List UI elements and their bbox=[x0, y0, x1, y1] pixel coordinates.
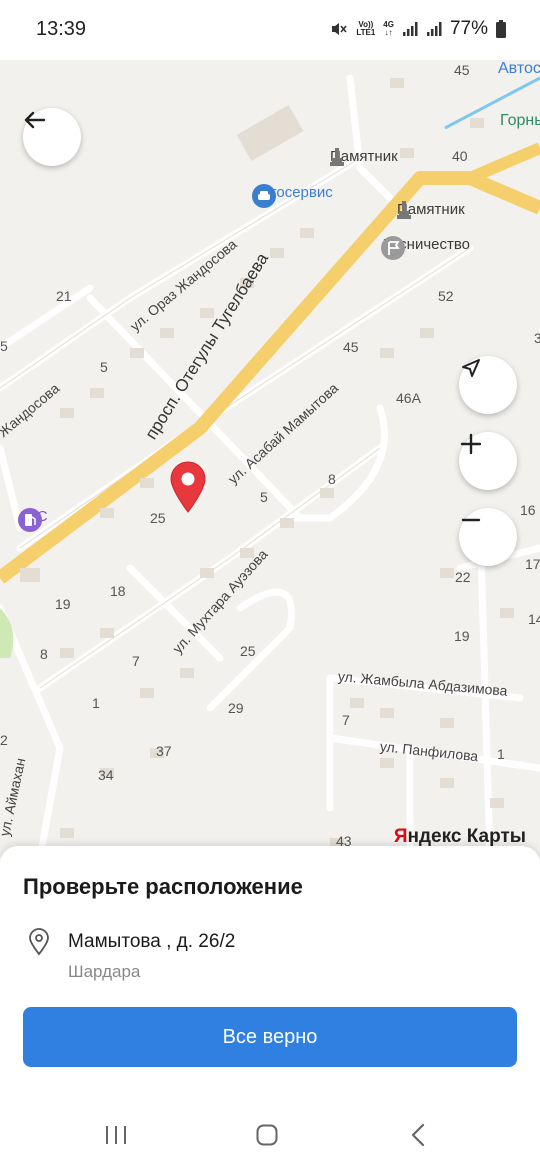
sheet-title: Проверьте расположение bbox=[23, 874, 303, 899]
zoom-in-button[interactable] bbox=[459, 432, 517, 490]
house-number: 5 bbox=[100, 359, 108, 375]
signal-icon-2 bbox=[426, 22, 442, 36]
home-button[interactable] bbox=[247, 1120, 287, 1150]
house-number: 40 bbox=[452, 148, 468, 164]
recent-apps-button[interactable] bbox=[96, 1120, 136, 1150]
battery-percent: 77% bbox=[449, 18, 488, 39]
status-icons: Vo)) LTE1 4G ↓↑ 77% bbox=[330, 18, 506, 40]
city-text: Шардара bbox=[68, 962, 141, 981]
house-number: 7 bbox=[342, 712, 350, 728]
battery-icon bbox=[496, 20, 506, 38]
poi-monument-2[interactable]: Памятник bbox=[397, 201, 465, 219]
status-bar: 13:39 Vo)) LTE1 4G ↓↑ 77% bbox=[0, 0, 540, 60]
house-number: 3 bbox=[534, 330, 540, 346]
my-location-button[interactable] bbox=[459, 356, 517, 414]
house-number: 34 bbox=[98, 767, 114, 783]
location-pin-icon[interactable] bbox=[169, 460, 207, 514]
house-number: 5 bbox=[0, 338, 8, 354]
house-number: 21 bbox=[56, 288, 72, 304]
address-text: Мамытова , д. 26/2 bbox=[68, 931, 236, 952]
house-number: 18 bbox=[110, 583, 126, 599]
poi-autos-cut: Автос bbox=[498, 60, 540, 77]
house-number: 2 bbox=[0, 732, 8, 748]
mute-icon bbox=[332, 23, 347, 35]
back-button[interactable] bbox=[23, 108, 81, 166]
house-number: 29 bbox=[228, 700, 244, 716]
house-number: 19 bbox=[55, 596, 71, 612]
zoom-out-button[interactable] bbox=[459, 508, 517, 566]
house-number: 46А bbox=[396, 390, 421, 406]
chevron-left-icon bbox=[411, 1123, 425, 1147]
house-number: 8 bbox=[40, 646, 48, 662]
monument-icon bbox=[397, 201, 411, 219]
house-number: 37 bbox=[156, 743, 172, 759]
network-indicator: 4G ↓↑ bbox=[383, 20, 394, 37]
recent-apps-icon bbox=[106, 1126, 126, 1144]
car-icon bbox=[252, 184, 276, 208]
home-icon bbox=[256, 1124, 278, 1146]
house-number: 5 bbox=[260, 489, 268, 505]
signal-icon bbox=[402, 22, 418, 36]
confirm-button[interactable]: Все верно bbox=[23, 1007, 517, 1067]
status-time: 13:39 bbox=[36, 18, 87, 40]
house-number: 22 bbox=[455, 569, 471, 585]
poi-gorny-cut: Горны bbox=[500, 112, 540, 129]
flag-icon bbox=[381, 236, 405, 260]
house-number: 7 bbox=[132, 653, 140, 669]
house-number: 45 bbox=[454, 62, 470, 78]
poi-monument-1[interactable]: Памятник bbox=[330, 148, 398, 166]
poi-autoservice[interactable]: Автосервис bbox=[252, 184, 333, 208]
house-number: 19 bbox=[454, 628, 470, 644]
house-number: 25 bbox=[240, 643, 256, 659]
navigation-arrow-icon bbox=[462, 359, 480, 377]
map-view[interactable]: Памятник Памятник Автосервис Лесничество… bbox=[0, 48, 540, 858]
house-number: 16 bbox=[520, 502, 536, 518]
house-number: 14 bbox=[528, 611, 540, 627]
house-number: 8 bbox=[328, 471, 336, 487]
house-number: 1 bbox=[497, 746, 505, 762]
plus-icon bbox=[460, 433, 482, 455]
minus-icon bbox=[461, 518, 481, 522]
system-nav-bar bbox=[0, 1100, 540, 1170]
fuel-icon bbox=[18, 508, 42, 532]
poi-gas-station[interactable]: АЗС bbox=[18, 508, 48, 532]
house-number: 25 bbox=[150, 510, 166, 526]
house-number: 1 bbox=[92, 695, 100, 711]
monument-icon bbox=[330, 148, 344, 166]
arrow-left-icon bbox=[24, 111, 46, 129]
back-nav-button[interactable] bbox=[399, 1120, 439, 1150]
poi-forestry[interactable]: Лесничество bbox=[381, 236, 470, 260]
location-marker-icon bbox=[29, 928, 49, 956]
yandex-maps-attribution[interactable]: Яндекс Карты bbox=[394, 826, 526, 848]
house-number: 52 bbox=[438, 288, 454, 304]
house-number: 17 bbox=[525, 556, 540, 572]
house-number: 45 bbox=[343, 339, 359, 355]
volte-indicator: Vo)) LTE1 bbox=[356, 20, 376, 37]
